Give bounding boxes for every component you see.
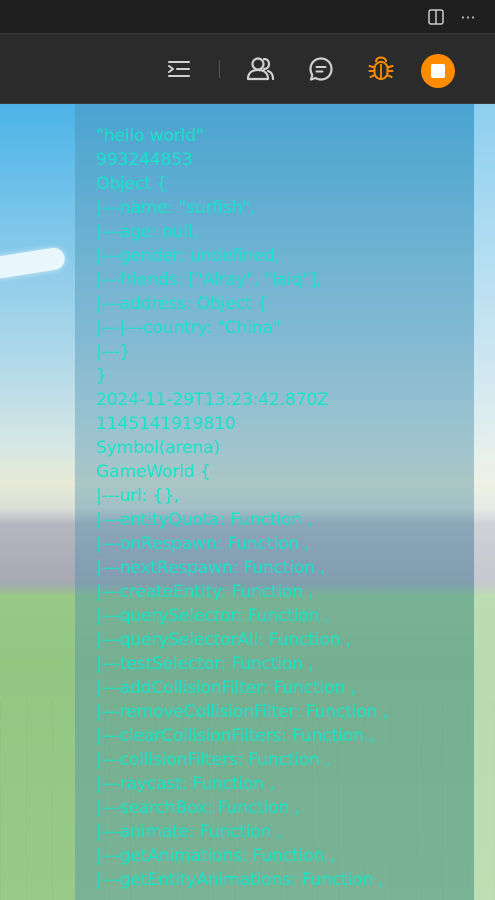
more-icon[interactable]: ··· [457,6,479,28]
cloud [0,246,67,280]
console-line: |---addCollisionFilter: Function , [96,678,356,698]
console-line: 2024-11-29T13:23:42.870Z [96,390,329,410]
split-editor-icon[interactable] [425,6,447,28]
console-line: |---url: {}, [96,486,180,506]
toolbar-divider [219,60,220,78]
console-line: |---getAnimations: Function , [96,846,335,866]
console-line: |---onRespawn: Function , [96,534,310,554]
title-bar: ··· [0,0,495,33]
console-line: 1145141919810 [96,414,236,434]
console-line: |---testSelector: Function , [96,654,314,674]
console-line: |---friends: ["Alray", "laiq"], [96,270,322,290]
console-line: |---clearCollisionFilters: Function , [96,726,375,746]
console-line: |---age: null, [96,222,198,242]
console-line: "hello world" [96,126,204,146]
console-line: Object { [96,174,167,194]
console-line: } [96,366,107,386]
console-line: |---createEntity: Function , [96,582,314,602]
console-line: |---collisionFilters: Function , [96,750,331,770]
console-line: |---nextRespawn: Function , [96,558,326,578]
console-line: GameWorld { [96,462,211,482]
scrollbar-thumb[interactable] [474,104,495,900]
more-label: ··· [460,7,476,27]
stop-button[interactable] [421,54,455,88]
console-line: |---name: "surfish", [96,198,256,218]
console-panel[interactable]: "hello world" 993244853 Object { |---name: … [75,104,474,900]
console-line: |---removeCollisionFilter: Function , [96,702,388,722]
outline-indent-icon[interactable] [164,54,194,84]
console-line: |---querySelector: Function , [96,606,330,626]
console-scrollbar[interactable] [474,104,495,900]
console-line: |---getEntityAnimations: Function , [96,870,384,890]
console-line: |---address: Object { [96,294,268,314]
console-line: |---} [96,342,131,362]
console-line: |---raycast: Function , [96,774,275,794]
console-line: 993244853 [96,150,193,170]
bug-icon[interactable] [366,54,396,84]
stop-icon [431,64,445,78]
console-line: |---querySelectorAll: Function , [96,630,351,650]
console-output: "hello world" 993244853 Object { |---name: … [96,124,388,892]
console-line: |---entityQuota: Function , [96,510,313,530]
console-line: |---searchBox: Function , [96,798,300,818]
console-line: Symbol(arena) [96,438,221,458]
console-line: |---animate: Function , [96,822,282,842]
console-line: |---gender: undefined, [96,246,280,266]
users-icon[interactable] [245,54,275,84]
chat-icon[interactable] [306,54,336,84]
console-line: |---|---country: "China" [96,318,281,338]
